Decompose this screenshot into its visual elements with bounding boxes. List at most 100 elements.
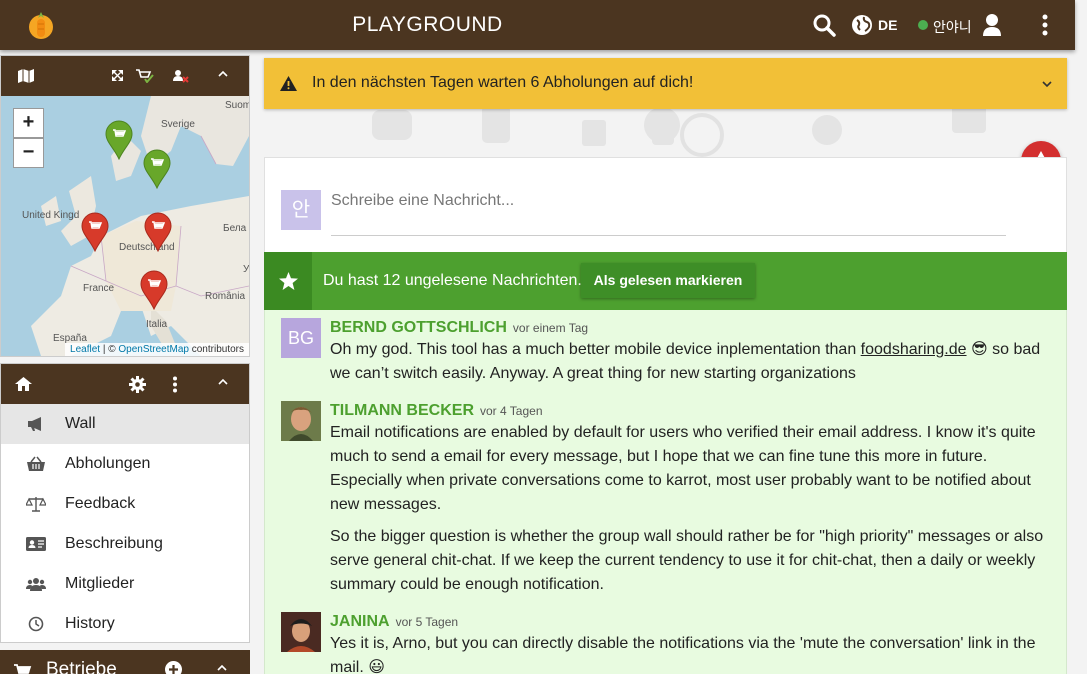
input-underline xyxy=(331,235,1006,236)
sidebar-item-wall[interactable]: Wall xyxy=(1,404,249,444)
store-marker-green[interactable] xyxy=(104,120,134,160)
message-author[interactable]: TILMANN BECKER vor 4 Tagen xyxy=(330,402,543,420)
top-bar: PLAYGROUND DE 안야니 xyxy=(0,0,1075,50)
message-body: Oh my god. This tool has a much better m… xyxy=(330,338,1045,386)
author-name: BERND GOTTSCHLICH xyxy=(330,319,507,336)
map-label-suomi: Suom xyxy=(225,100,249,111)
pickups-banner-text: In den nächsten Tagen warten 6 Abholunge… xyxy=(312,74,694,91)
group-nav-panel: Wall Abholungen Feedback Beschreibung Mi… xyxy=(0,363,250,643)
attribution-contributors: contributors xyxy=(188,344,244,355)
sidebar-item-mitglieder[interactable]: Mitglieder xyxy=(1,564,249,604)
sidebar-item-label: Abholungen xyxy=(65,455,151,472)
message-body: Email notifications are enabled by defau… xyxy=(330,424,1036,513)
shopping-cart-icon xyxy=(14,664,32,674)
clock-icon xyxy=(28,616,44,632)
map-label-ukraine: У xyxy=(243,264,249,275)
message-author[interactable]: JANINA vor 5 Tagen xyxy=(330,613,458,631)
message-composer: 안 Schreibe eine Nachricht... xyxy=(264,157,1067,253)
page-title: PLAYGROUND xyxy=(352,13,503,36)
show-inactive-users-icon[interactable] xyxy=(173,69,189,83)
stores-panel-header[interactable]: Betriebe xyxy=(0,650,250,674)
store-marker-green[interactable] xyxy=(142,149,172,189)
group-nav-header xyxy=(1,364,249,404)
message-text: we can’t switch easily. Anyway. A great … xyxy=(330,365,856,382)
message-text: 😎 so bad xyxy=(966,341,1041,358)
sidebar-item-label: Wall xyxy=(65,415,96,432)
map-attribution: Leaflet | © OpenStreetMap contributors xyxy=(65,343,249,356)
id-card-icon xyxy=(26,537,46,551)
store-map[interactable]: + − Suom Sverige United Kingd Deutschlan… xyxy=(1,96,249,356)
collapse-icon[interactable] xyxy=(217,378,229,386)
map-label-belarus: Бела xyxy=(223,223,247,234)
pickups-banner[interactable]: In den nächsten Tagen warten 6 Abholunge… xyxy=(264,58,1067,109)
more-vertical-icon[interactable] xyxy=(171,376,179,393)
avatar[interactable] xyxy=(281,612,321,652)
message-body: So the bigger question is whether the gr… xyxy=(330,528,1044,593)
message-time: vor 4 Tagen xyxy=(480,404,543,418)
zoom-out-button[interactable]: − xyxy=(13,138,44,168)
collapse-icon[interactable] xyxy=(216,664,228,672)
star-icon xyxy=(279,272,298,290)
sidebar-item-abholungen[interactable]: Abholungen xyxy=(1,444,249,484)
user-icon[interactable] xyxy=(982,13,1002,37)
message-time: vor 5 Tagen xyxy=(395,615,459,629)
unread-notice: Du hast 12 ungelesene Nachrichten. Als g… xyxy=(264,252,1067,310)
sidebar-item-label: Mitglieder xyxy=(65,575,135,592)
online-status-dot xyxy=(918,20,928,30)
more-vertical-icon[interactable] xyxy=(1040,13,1050,37)
settings-icon[interactable] xyxy=(129,376,146,393)
author-name: TILMANN BECKER xyxy=(330,402,474,419)
map-label-romania: România xyxy=(205,291,246,302)
avatar: 안 xyxy=(281,190,321,230)
basket-icon xyxy=(27,456,45,471)
attribution-separator: | © xyxy=(100,344,119,355)
stores-title: Betriebe xyxy=(46,659,117,674)
store-marker-red[interactable] xyxy=(80,212,110,252)
collapse-icon[interactable] xyxy=(217,70,229,78)
message-author[interactable]: BERND GOTTSCHLICH vor einem Tag xyxy=(330,319,588,337)
message-link[interactable]: foodsharing.de xyxy=(861,341,967,358)
zoom-in-button[interactable]: + xyxy=(13,108,44,138)
map-label-sverige: Sverige xyxy=(161,119,195,130)
message-text: Oh my god. This tool has a much better m… xyxy=(330,341,861,358)
sidebar-item-label: History xyxy=(65,615,115,632)
message-list: BG BERND GOTTSCHLICH vor einem Tag Oh my … xyxy=(264,310,1067,674)
store-marker-red[interactable] xyxy=(139,270,169,310)
map-panel: + − Suom Sverige United Kingd Deutschlan… xyxy=(0,55,250,357)
osm-link[interactable]: OpenStreetMap xyxy=(118,344,189,355)
megaphone-icon xyxy=(28,417,41,431)
sidebar-item-feedback[interactable]: Feedback xyxy=(1,484,249,524)
store-marker-red[interactable] xyxy=(143,212,173,252)
avatar[interactable]: BG xyxy=(281,318,321,358)
sidebar-item-label: Beschreibung xyxy=(65,535,163,552)
balance-scale-icon xyxy=(26,497,46,512)
avatar[interactable] xyxy=(281,401,321,441)
search-icon[interactable] xyxy=(812,13,836,37)
home-icon[interactable] xyxy=(15,377,32,391)
map-label-uk: United Kingd xyxy=(22,210,80,221)
map-label-france: France xyxy=(83,283,115,294)
message-time: vor einem Tag xyxy=(512,321,589,335)
author-name: JANINA xyxy=(330,613,390,630)
stores-panel: Betriebe xyxy=(0,650,250,674)
globe-icon[interactable] xyxy=(851,14,873,36)
message-body: Yes it is, Arno, but you can directly di… xyxy=(330,635,1036,674)
unread-text: Du hast 12 ungelesene Nachrichten. xyxy=(323,272,582,289)
unread-star-box xyxy=(264,252,312,310)
user-name[interactable]: 안야니 xyxy=(933,17,972,37)
map-icon xyxy=(18,69,34,83)
sidebar-item-history[interactable]: History xyxy=(1,604,249,644)
chevron-down-icon[interactable] xyxy=(1041,80,1053,88)
warning-icon xyxy=(280,76,297,91)
sidebar-item-beschreibung[interactable]: Beschreibung xyxy=(1,524,249,564)
fullscreen-icon[interactable] xyxy=(112,70,123,81)
show-active-stores-icon[interactable] xyxy=(136,69,154,83)
message-input[interactable]: Schreibe eine Nachricht... xyxy=(331,192,514,210)
sidebar-item-label: Feedback xyxy=(65,495,136,512)
language-switcher[interactable]: DE xyxy=(878,17,897,33)
users-icon xyxy=(26,578,46,591)
map-panel-header xyxy=(1,56,249,96)
add-store-icon[interactable] xyxy=(165,661,182,674)
mark-as-read-button[interactable]: Als gelesen markieren xyxy=(581,263,755,298)
leaflet-link[interactable]: Leaflet xyxy=(70,344,100,355)
